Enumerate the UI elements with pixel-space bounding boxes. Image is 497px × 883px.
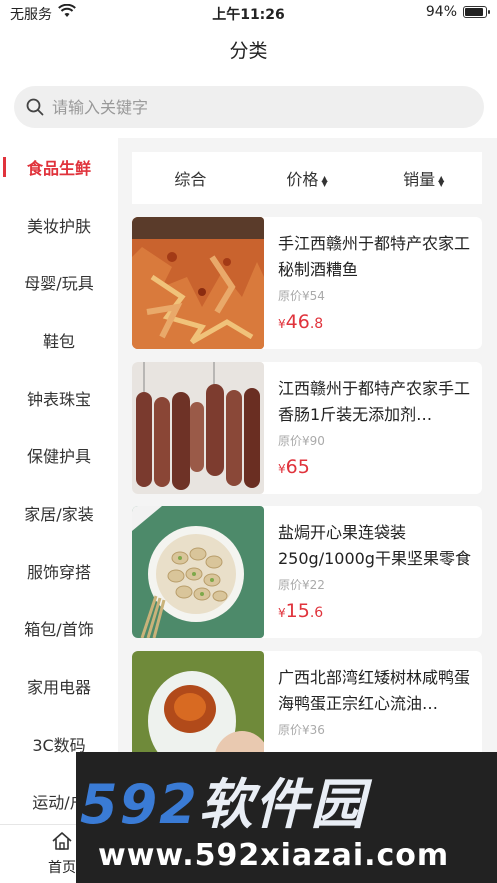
watermark-logo: 592软件园 [80, 760, 367, 839]
price-currency: ¥ [278, 462, 286, 476]
product-price: ¥46.8 [278, 311, 323, 333]
search-bar[interactable] [14, 86, 484, 128]
sidebar-item-appliances[interactable]: 家用电器 [0, 657, 118, 715]
sidebar-item-shoes-bags[interactable]: 鞋包 [0, 311, 118, 369]
product-name: 盐焗开心果连袋装250g/1000g干果坚果零食批发 [278, 523, 471, 568]
search-icon [26, 98, 44, 120]
price-integer: 65 [285, 456, 310, 478]
price-decimal: .8 [309, 316, 324, 332]
sort-price-button[interactable]: 价格 ▲ ▼ [249, 166, 366, 190]
sort-bar: 综合 价格 ▲ ▼ 销量 ▲ ▼ [132, 152, 482, 204]
status-bar: 无服务 上午11:26 94% [0, 0, 497, 26]
product-name: 广西北部湾红矮树林咸鸭蛋海鸭蛋正宗红心流油… [278, 668, 471, 713]
product-card[interactable]: 手江西赣州于都特产农家工秘制酒糟鱼 原价¥54 ¥46.8 [132, 217, 482, 349]
sidebar-item-label: 箱包/首饰 [24, 620, 94, 640]
home-icon [51, 832, 73, 855]
sidebar-item-label: 家居/家装 [24, 504, 94, 524]
price-integer: 46 [285, 311, 310, 333]
search-input[interactable] [52, 93, 472, 121]
sidebar-item-label: 鞋包 [42, 331, 75, 351]
sort-overall-button[interactable]: 综合 [132, 166, 249, 190]
sort-arrows-icon: ▲ ▼ [321, 173, 328, 188]
sort-sales-button[interactable]: 销量 ▲ ▼ [365, 166, 482, 190]
product-name: 江西赣州于都特产农家手工香肠1斤装无添加剂… [278, 379, 471, 424]
product-card[interactable]: 盐焗开心果连袋装250g/1000g干果坚果零食批发 原价¥22 ¥15.6 [132, 506, 482, 638]
sidebar-item-food[interactable]: 食品生鲜 [0, 138, 118, 196]
battery-icon [463, 6, 490, 18]
category-sidebar: 食品生鲜 美妆护肤 母婴/玩具 鞋包 钟表珠宝 保健护具 家居/家装 服饰穿搭 … [0, 138, 118, 824]
sidebar-item-baby-toys[interactable]: 母婴/玩具 [0, 253, 118, 311]
watermark-url: www.592xiazai.com [98, 838, 450, 873]
watermark-logo-text: 软件园 [198, 773, 367, 836]
sidebar-item-label: 美妆护肤 [26, 216, 91, 236]
watermark-logo-number: 592 [80, 773, 199, 836]
battery-percent: 94% [425, 4, 457, 20]
price-decimal: .6 [309, 605, 324, 621]
product-card[interactable]: 江西赣州于都特产农家手工香肠1斤装无添加剂… 原价¥90 ¥65 [132, 362, 482, 494]
sidebar-item-apparel[interactable]: 服饰穿搭 [0, 542, 118, 600]
product-image-sausage [132, 362, 264, 494]
sidebar-item-label: 服饰穿搭 [26, 562, 91, 582]
sidebar-item-beauty[interactable]: 美妆护肤 [0, 196, 118, 254]
sidebar-item-label: 母婴/玩具 [24, 274, 94, 294]
product-image-pistachio [132, 506, 264, 638]
product-price: ¥65 [278, 456, 310, 478]
product-panel: 综合 价格 ▲ ▼ 销量 ▲ ▼ 手江西赣州于都特产农家工秘制酒糟鱼 原价¥54 ¥46… [118, 138, 497, 838]
product-original-price: 原价¥22 [278, 578, 325, 592]
product-price: ¥15.6 [278, 600, 323, 622]
price-currency: ¥ [278, 606, 286, 620]
product-original-price: 原价¥90 [278, 434, 325, 448]
sort-sales-label: 销量 [403, 170, 436, 189]
product-name: 手江西赣州于都特产农家工秘制酒糟鱼 [278, 234, 471, 279]
sidebar-item-luggage[interactable]: 箱包/首饰 [0, 600, 118, 658]
sidebar-item-label: 保健护具 [26, 447, 91, 467]
product-original-price: 原价¥36 [278, 723, 325, 737]
page-title: 分类 [229, 40, 268, 62]
sort-price-label: 价格 [286, 170, 319, 189]
sidebar-item-home[interactable]: 家居/家装 [0, 484, 118, 542]
product-image-fish [132, 217, 264, 349]
clock: 上午11:26 [212, 7, 285, 23]
sort-arrows-icon: ▲ ▼ [438, 173, 445, 188]
price-integer: 15 [285, 600, 310, 622]
price-currency: ¥ [278, 317, 286, 331]
sidebar-item-health[interactable]: 保健护具 [0, 426, 118, 484]
sidebar-item-label: 钟表珠宝 [26, 389, 91, 409]
watermark-banner: 592软件园 www.592xiazai.com [76, 752, 497, 883]
sort-overall-label: 综合 [174, 170, 207, 189]
sidebar-item-label: 家用电器 [26, 678, 91, 698]
sidebar-item-watches-jewelry[interactable]: 钟表珠宝 [0, 369, 118, 427]
sidebar-item-label: 食品生鲜 [26, 158, 91, 178]
product-original-price: 原价¥54 [278, 289, 325, 303]
